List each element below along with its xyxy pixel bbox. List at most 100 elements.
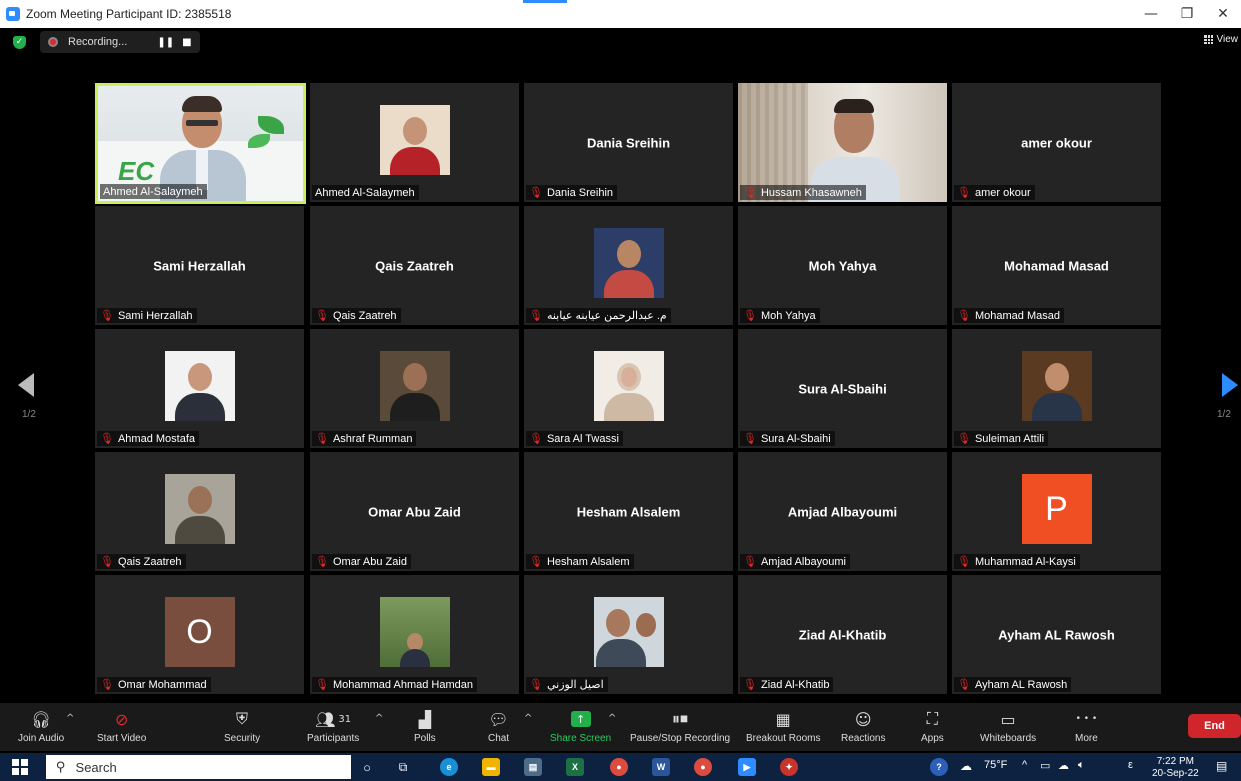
onedrive-icon[interactable]: ☁︎	[1058, 759, 1069, 772]
participant-name: Mohamad Masad	[974, 309, 1060, 322]
view-button[interactable]: View	[1203, 34, 1238, 45]
participant-tile[interactable]: 🎙︎ Qais Zaatreh	[95, 452, 304, 571]
windows-start-icon[interactable]	[12, 759, 28, 775]
encryption-shield-icon[interactable]: ✓	[13, 35, 26, 49]
share-screen-button[interactable]: ↑ Share Screen	[550, 707, 611, 744]
language-icon[interactable]: ε	[1128, 759, 1133, 771]
store-icon[interactable]: ▤	[524, 758, 542, 776]
restore-button[interactable]: ❐	[1169, 0, 1205, 28]
participant-tile[interactable]: O 🎙︎ Omar Mohammad	[95, 575, 304, 694]
participant-display-name: Amjad Albayoumi	[787, 504, 898, 519]
participants-button[interactable]: 👥︎ 31 Participants	[307, 707, 359, 745]
join-audio-button[interactable]: 🎧︎ Join Audio	[18, 707, 64, 745]
participant-name: Ahmad Mostafa	[117, 432, 196, 445]
taskbar-clock[interactable]: 7:22 PM 20-Sep-22	[1152, 756, 1199, 780]
meeting-toolbar: 🎧︎ Join Audio ^ ⊘ Start Video ⛨ Security…	[0, 703, 1241, 751]
previous-page-arrow-icon[interactable]	[18, 373, 34, 397]
participant-tile[interactable]: Ahmed Al-Salaymeh	[310, 83, 519, 202]
polls-button[interactable]: ▟ Polls	[414, 707, 436, 745]
minimize-button[interactable]: —	[1133, 0, 1169, 28]
chrome-icon[interactable]: ●	[610, 758, 628, 776]
participant-tile[interactable]: Moh Yahya 🎙︎ Moh Yahya	[738, 206, 947, 325]
whiteboards-button[interactable]: ▭ Whiteboards	[980, 707, 1036, 745]
apps-button[interactable]: ⛶ Apps	[921, 707, 944, 744]
pause-stop-recording-button[interactable]: ⏸⏹ Pause/Stop Recording	[630, 707, 730, 744]
end-meeting-button[interactable]: End	[1188, 714, 1241, 738]
next-page-arrow-icon[interactable]	[1222, 373, 1238, 397]
muted-mic-icon: 🎙︎	[957, 678, 971, 691]
start-video-button[interactable]: ⊘ Start Video	[97, 707, 146, 745]
muted-mic-icon: 🎙︎	[100, 678, 114, 691]
chat-button[interactable]: 💬︎ Chat	[488, 707, 509, 745]
zoom-app-icon	[6, 7, 20, 21]
participant-name-label: 🎙︎ م. عبدالرحمن عيابنه عيابنه	[526, 308, 671, 323]
participant-tile[interactable]: Ayham AL Rawosh 🎙︎ Ayham AL Rawosh	[952, 575, 1161, 694]
participant-tile[interactable]: 🎙︎ م. عبدالرحمن عيابنه عيابنه	[524, 206, 733, 325]
participant-tile[interactable]: 🎙︎ Mohammad Ahmad Hamdan	[310, 575, 519, 694]
file-explorer-icon[interactable]: ▬	[482, 758, 500, 776]
participant-name: Ziad Al-Khatib	[760, 678, 830, 691]
participant-name-label: 🎙︎ Qais Zaatreh	[312, 308, 401, 323]
muted-mic-icon: 🎙︎	[743, 678, 757, 691]
help-icon[interactable]: ?	[930, 758, 948, 776]
participant-tile[interactable]: Qais Zaatreh 🎙︎ Qais Zaatreh	[310, 206, 519, 325]
zoom-taskbar-icon[interactable]: ▶	[738, 758, 756, 776]
participant-tile[interactable]: 🎙︎ Hussam Khasawneh	[738, 83, 947, 202]
app-taskbar-icon[interactable]: ✦	[780, 758, 798, 776]
more-button[interactable]: • • • More	[1075, 707, 1098, 744]
breakout-rooms-button[interactable]: ▦ Breakout Rooms	[746, 707, 820, 745]
volume-icon[interactable]: 🔈︎	[1078, 759, 1085, 772]
network-icon[interactable]: ▭	[1040, 759, 1050, 772]
recording-dot-icon	[48, 37, 58, 47]
task-view-icon[interactable]: ⧉	[394, 758, 412, 776]
muted-mic-icon: 🎙︎	[743, 555, 757, 568]
page-indicator-left: 1/2	[22, 409, 36, 420]
participant-name-label: 🎙︎ amer okour	[954, 185, 1035, 200]
headphones-icon: 🎧︎	[30, 709, 52, 729]
reactions-smiley-icon: ☺	[854, 709, 872, 729]
participant-tile[interactable]: 🎙︎ Ahmad Mostafa	[95, 329, 304, 448]
muted-mic-icon: 🎙︎	[100, 432, 114, 445]
participant-display-name: Ziad Al-Khatib	[798, 627, 887, 642]
participant-tile[interactable]: Sami Herzallah 🎙︎ Sami Herzallah	[95, 206, 304, 325]
audio-options-caret-icon[interactable]: ^	[66, 713, 74, 724]
participant-tile[interactable]: Hesham Alsalem 🎙︎ Hesham Alsalem	[524, 452, 733, 571]
chat-caret-icon[interactable]: ^	[524, 713, 532, 724]
word-icon[interactable]: W	[652, 758, 670, 776]
participant-tile[interactable]: Ziad Al-Khatib 🎙︎ Ziad Al-Khatib	[738, 575, 947, 694]
reactions-button[interactable]: ☺ Reactions	[841, 707, 885, 745]
excel-icon[interactable]: X	[566, 758, 584, 776]
breakout-rooms-icon: ▦	[775, 709, 791, 729]
stop-recording-icon[interactable]: ■	[182, 37, 191, 48]
participant-tile[interactable]: Mohamad Masad 🎙︎ Mohamad Masad	[952, 206, 1161, 325]
taskbar-search-box[interactable]: ⚲ Search	[46, 755, 351, 779]
close-button[interactable]: ✕	[1205, 0, 1241, 28]
recording-indicator: Recording... ❚❚ ■	[40, 31, 200, 53]
notifications-icon[interactable]: ▤	[1216, 759, 1227, 773]
participant-name: Hussam Khasawneh	[760, 186, 862, 199]
participant-tile[interactable]: Dania Sreihin 🎙︎ Dania Sreihin	[524, 83, 733, 202]
muted-mic-icon: 🎙︎	[100, 555, 114, 568]
security-button[interactable]: ⛨ Security	[224, 707, 260, 744]
participants-caret-icon[interactable]: ^	[375, 713, 383, 724]
participant-tile[interactable]: 🎙︎ Suleiman Attili	[952, 329, 1161, 448]
participant-tile[interactable]: amer okour 🎙︎ amer okour	[952, 83, 1161, 202]
share-caret-icon[interactable]: ^	[608, 713, 616, 724]
participant-tile[interactable]: Amjad Albayoumi 🎙︎ Amjad Albayoumi	[738, 452, 947, 571]
tray-chevron-icon[interactable]: ^	[1022, 759, 1027, 771]
chrome-profile-icon[interactable]: ●	[694, 758, 712, 776]
participant-display-name: Ayham AL Rawosh	[998, 627, 1115, 642]
participant-tile[interactable]: 🎙︎ اصيل الوزني	[524, 575, 733, 694]
edge-browser-icon[interactable]: e	[440, 758, 458, 776]
share-screen-icon: ↑	[570, 707, 591, 731]
participant-tile[interactable]: 🎙︎ Sara Al Twassi	[524, 329, 733, 448]
participant-tile[interactable]: Omar Abu Zaid 🎙︎ Omar Abu Zaid	[310, 452, 519, 571]
participant-tile[interactable]: 🎙︎ Ashraf Rumman	[310, 329, 519, 448]
pause-recording-icon[interactable]: ❚❚	[157, 37, 174, 48]
cortana-icon[interactable]: ○	[358, 758, 376, 776]
participant-tile[interactable]: P 🎙︎ Muhammad Al-Kaysi	[952, 452, 1161, 571]
participant-tile[interactable]: EC Ahmed Al-Salaymeh	[95, 83, 306, 204]
participant-name-label: 🎙︎ اصيل الوزني	[526, 677, 608, 692]
weather-icon[interactable]: ☁︎	[960, 759, 972, 773]
participant-tile[interactable]: Sura Al-Sbaihi 🎙︎ Sura Al-Sbaihi	[738, 329, 947, 448]
